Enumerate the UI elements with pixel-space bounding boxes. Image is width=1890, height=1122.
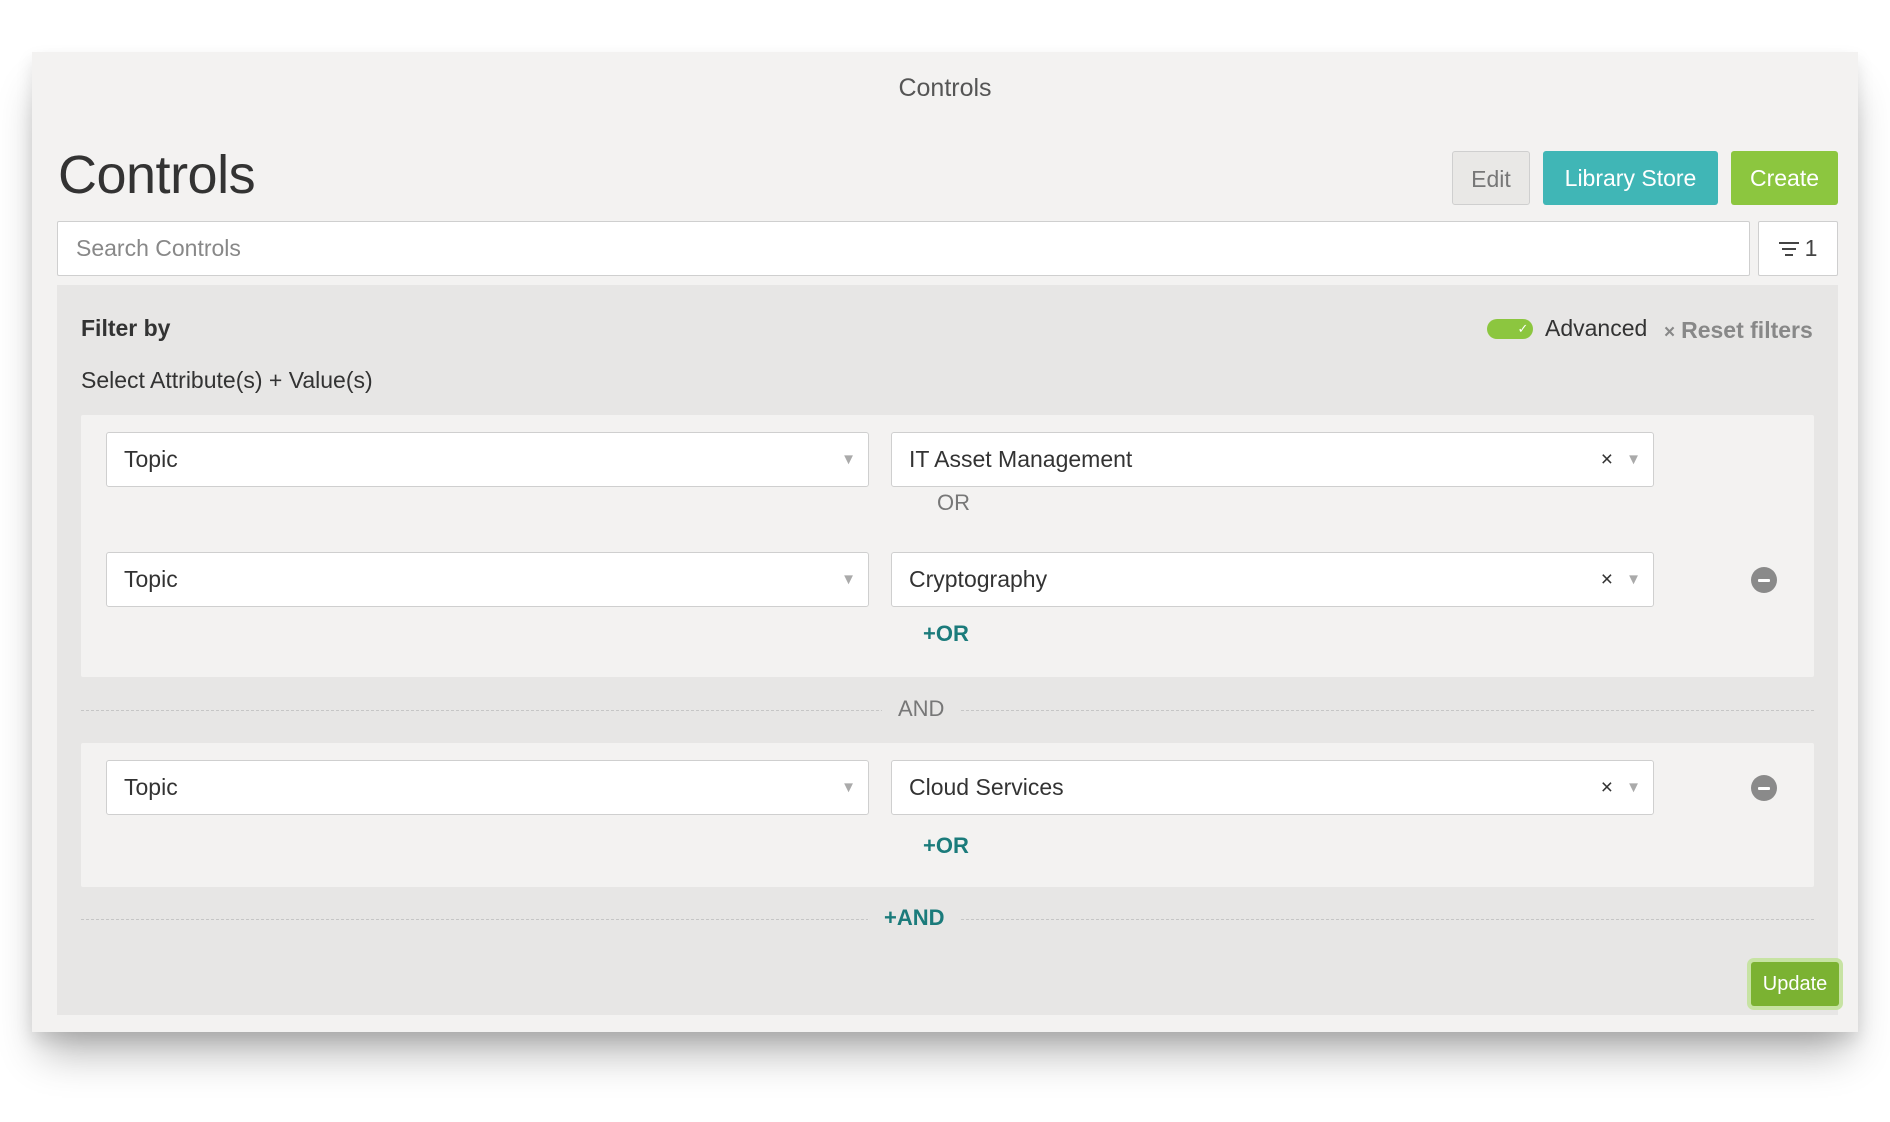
reset-filters-label: Reset filters	[1681, 317, 1813, 343]
reset-filters-link[interactable]: × Reset filters	[1664, 317, 1813, 344]
or-label: OR	[937, 490, 970, 515]
filter-subtitle: Select Attribute(s) + Value(s)	[81, 367, 373, 393]
add-or-link[interactable]: +OR	[923, 833, 969, 859]
attribute-value: Topic	[124, 566, 178, 592]
caret-down-icon: ▼	[1626, 779, 1641, 796]
library-store-button[interactable]: Library Store	[1543, 151, 1718, 205]
clear-icon[interactable]: ×	[1601, 553, 1613, 606]
value-select[interactable]: IT Asset Management × ▼	[891, 432, 1654, 487]
advanced-toggle[interactable]: ✓	[1487, 319, 1533, 339]
filter-panel: Filter by Select Attribute(s) + Value(s)…	[57, 285, 1839, 1015]
value-select[interactable]: Cryptography × ▼	[891, 552, 1654, 607]
attribute-select[interactable]: Topic ▼	[106, 760, 869, 815]
filter-group: Topic ▼ Cloud Services × ▼ +OR	[81, 743, 1814, 887]
clear-icon[interactable]: ×	[1601, 433, 1613, 486]
caret-down-icon: ▼	[1626, 451, 1641, 468]
value-select[interactable]: Cloud Services × ▼	[891, 760, 1654, 815]
search-input[interactable]	[57, 221, 1750, 276]
caret-down-icon: ▼	[841, 571, 856, 588]
advanced-label: Advanced	[1545, 315, 1648, 341]
attribute-select[interactable]: Topic ▼	[106, 432, 869, 487]
caret-down-icon: ▼	[1626, 571, 1641, 588]
create-button[interactable]: Create	[1731, 151, 1838, 205]
value-text: Cryptography	[909, 566, 1048, 592]
filter-button[interactable]: 1	[1758, 221, 1838, 276]
filter-count: 1	[1804, 235, 1818, 261]
attribute-value: Topic	[124, 774, 178, 800]
add-and-link[interactable]: +AND	[868, 905, 961, 931]
filter-icon	[1778, 241, 1799, 256]
remove-condition-icon[interactable]	[1751, 567, 1777, 593]
add-or-link[interactable]: +OR	[923, 621, 969, 647]
filter-group: Topic ▼ IT Asset Management × ▼ OR Topic…	[81, 415, 1814, 677]
page-title: Controls	[58, 145, 256, 205]
close-icon: ×	[1664, 322, 1676, 343]
value-text: Cloud Services	[909, 774, 1064, 800]
window-title: Controls	[898, 74, 992, 102]
edit-button[interactable]: Edit	[1452, 151, 1530, 205]
attribute-value: Topic	[124, 446, 178, 472]
value-text: IT Asset Management	[909, 446, 1133, 472]
filter-by-heading: Filter by	[81, 315, 171, 341]
update-button[interactable]: Update	[1751, 962, 1839, 1006]
caret-down-icon: ▼	[841, 451, 856, 468]
check-icon: ✓	[1515, 321, 1531, 337]
clear-icon[interactable]: ×	[1601, 761, 1613, 814]
remove-condition-icon[interactable]	[1751, 775, 1777, 801]
caret-down-icon: ▼	[841, 779, 856, 796]
app-window: Controls Controls Edit Library Store Cre…	[32, 52, 1858, 1032]
attribute-select[interactable]: Topic ▼	[106, 552, 869, 607]
and-label: AND	[882, 696, 961, 722]
